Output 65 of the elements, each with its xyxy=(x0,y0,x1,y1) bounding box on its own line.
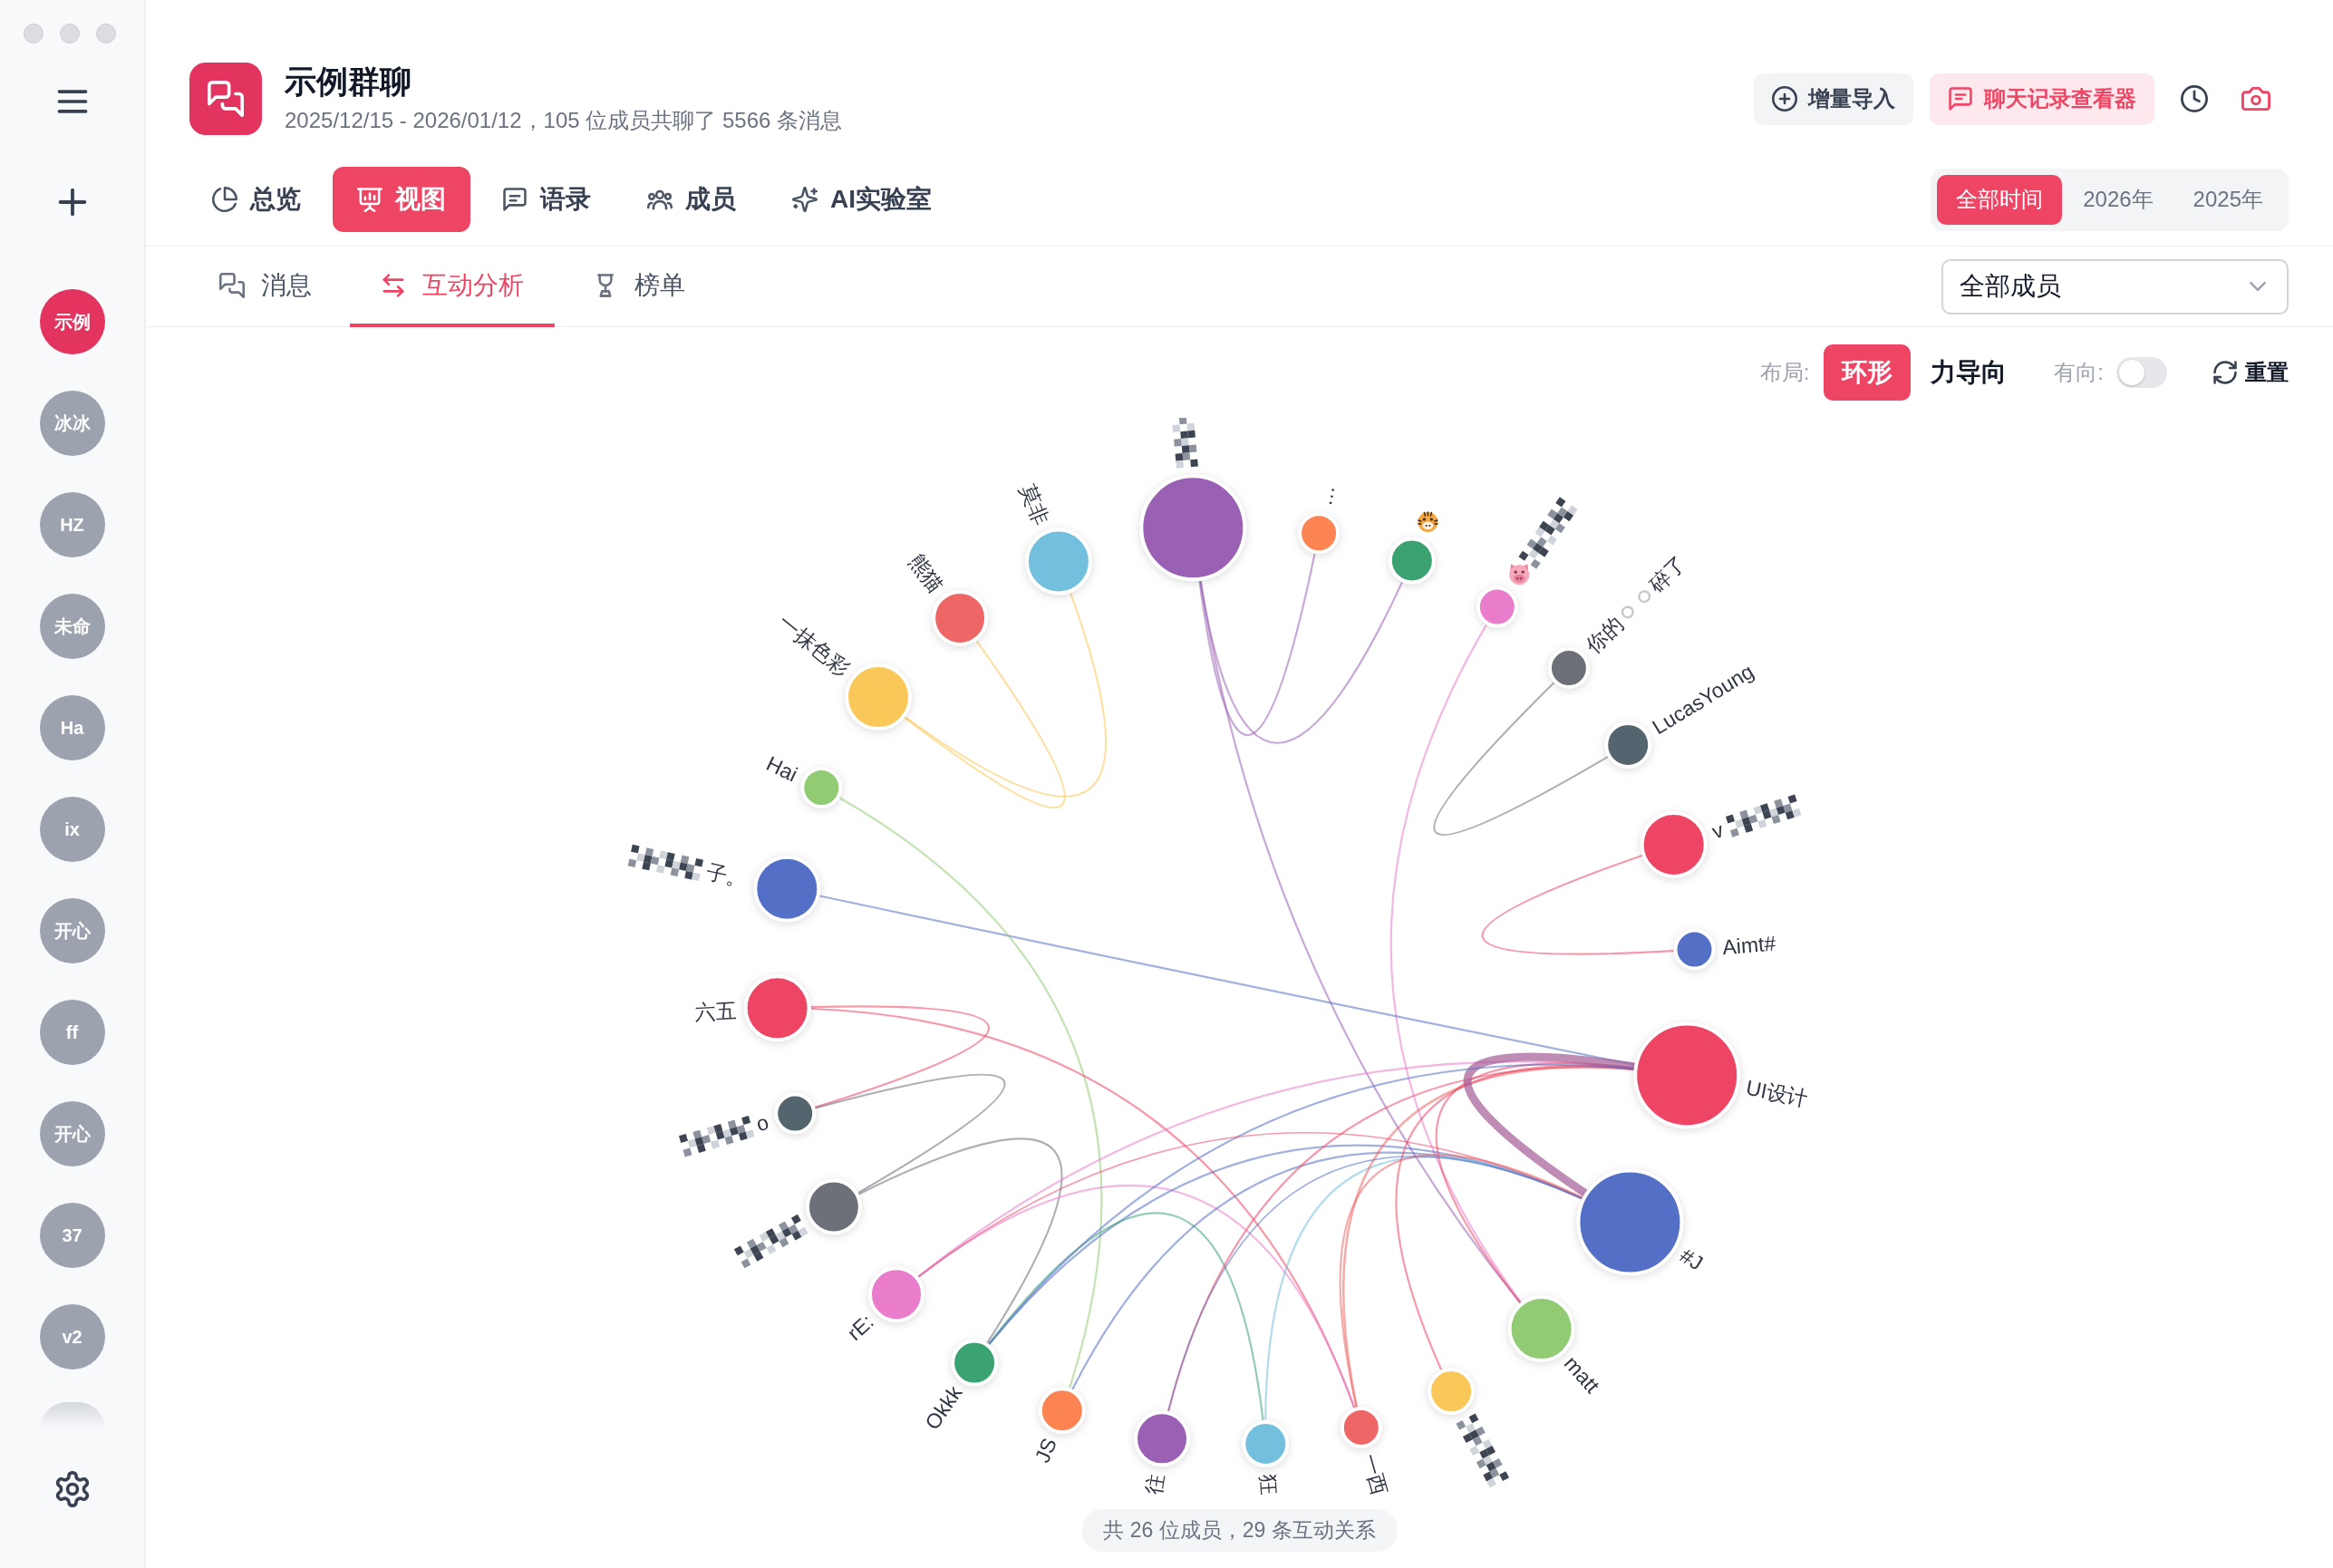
time-range-option[interactable]: 全部时间 xyxy=(1937,174,2063,225)
group-avatar[interactable]: 冰冰 xyxy=(39,391,105,456)
node-label: 狂 xyxy=(1255,1474,1281,1496)
layout-option[interactable]: 力导向 xyxy=(1912,344,2026,401)
view-tab[interactable]: 总览 xyxy=(188,167,325,232)
node-label: Aimt# xyxy=(1721,931,1777,960)
message-icon xyxy=(1948,86,1973,111)
group-avatar[interactable]: 开心 xyxy=(39,898,105,963)
presentation-board-icon xyxy=(357,187,382,212)
speech-bubble-icon xyxy=(502,187,528,212)
node-label: 莫非 xyxy=(1015,480,1054,529)
node-label: 一抹色彩 xyxy=(774,610,855,682)
sparkles-icon xyxy=(792,187,818,212)
time-range-option[interactable]: 2026年 xyxy=(2064,174,2173,225)
group-avatar[interactable]: 37 xyxy=(39,1203,105,1268)
analysis-tab[interactable]: 消息 xyxy=(189,247,343,327)
node-label: 往 xyxy=(1141,1471,1168,1496)
node-label: rE: xyxy=(842,1309,878,1345)
node-label: 子。 xyxy=(703,859,750,892)
node-label: #J xyxy=(1676,1243,1708,1275)
chat-viewer-button[interactable]: 聊天记录查看器 xyxy=(1930,73,2154,125)
pie-chart-icon xyxy=(212,187,237,212)
group-avatar[interactable]: v2 xyxy=(39,1304,105,1370)
group-avatar[interactable]: Ha xyxy=(39,695,105,760)
node-label: JS xyxy=(1030,1434,1061,1466)
settings-icon[interactable] xyxy=(53,1471,91,1507)
time-range-option[interactable]: 2025年 xyxy=(2173,174,2282,225)
group-title: 示例群聊 xyxy=(285,63,412,102)
refresh-icon xyxy=(2212,360,2238,385)
camera-icon[interactable] xyxy=(2241,84,2270,113)
directed-label: 有向: xyxy=(2054,359,2104,386)
view-tab[interactable]: AI实验室 xyxy=(768,167,956,232)
node-label: 六五 xyxy=(694,998,738,1024)
layout-label: 布局: xyxy=(1759,359,1810,386)
group-avatar[interactable]: HZ xyxy=(39,492,105,557)
plus-circle-icon xyxy=(1772,86,1797,111)
node-label: v xyxy=(1709,818,1727,844)
analysis-tab[interactable]: 互动分析 xyxy=(350,247,555,327)
chat-bubbles-icon xyxy=(189,63,262,135)
node-label: UI设计 xyxy=(1744,1075,1811,1111)
view-tab[interactable]: 语录 xyxy=(478,167,615,232)
layout-option[interactable]: 环形 xyxy=(1824,344,1912,401)
group-avatar[interactable]: 未命 xyxy=(39,594,105,659)
group-summary: 2025/12/15 - 2026/01/12，105 位成员共聊了 5566 条消息 xyxy=(285,107,842,135)
group-avatar[interactable]: 开心 xyxy=(39,1101,105,1166)
member-select[interactable]: 全部成员 xyxy=(1941,258,2289,315)
clock-icon[interactable] xyxy=(2181,85,2208,112)
group-avatar[interactable]: ff xyxy=(39,1000,105,1065)
directed-toggle[interactable] xyxy=(2116,357,2167,388)
view-tab[interactable]: 视图 xyxy=(333,167,470,232)
node-label: … xyxy=(1312,482,1340,508)
view-tab[interactable]: 成员 xyxy=(623,167,760,232)
node-label: 你的⚪⚪碎了 xyxy=(1581,551,1691,658)
reset-button[interactable]: 重置 xyxy=(2212,358,2289,387)
node-label: o xyxy=(753,1109,772,1137)
node-label: 熊猫 xyxy=(904,549,948,597)
group-avatar[interactable]: ix xyxy=(39,797,105,862)
node-label: Hai xyxy=(762,751,801,787)
analysis-tab[interactable]: 榜单 xyxy=(562,247,716,327)
group-avatar[interactable]: 示例 xyxy=(39,289,105,354)
node-label: 一西 xyxy=(1357,1451,1392,1498)
import-button[interactable]: 增量导入 xyxy=(1754,73,1913,125)
chat-bubbles-icon xyxy=(219,272,245,298)
graph-summary: 共 26 位成员，29 条互动关系 xyxy=(1081,1509,1398,1552)
swap-arrows-icon xyxy=(381,272,406,298)
